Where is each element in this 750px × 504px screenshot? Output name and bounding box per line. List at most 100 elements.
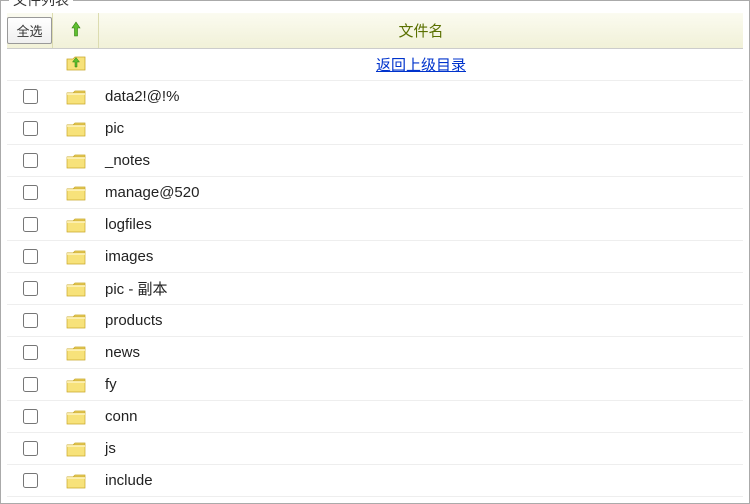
row-checkbox[interactable] — [23, 473, 38, 488]
row-checkbox[interactable] — [23, 441, 38, 456]
row-check-cell — [7, 313, 53, 328]
file-name-label[interactable]: news — [105, 344, 140, 361]
parent-dir-link[interactable]: 返回上级目录 — [376, 57, 466, 74]
file-name-cell: pic — [99, 120, 743, 137]
file-name-label[interactable]: data2!@!% — [105, 88, 179, 105]
row-check-cell — [7, 185, 53, 200]
file-name-label[interactable]: pic — [105, 120, 124, 137]
row-check-cell — [7, 345, 53, 360]
folder-icon — [66, 249, 86, 265]
row-check-cell — [7, 121, 53, 136]
header-select-cell: 全选 — [7, 13, 53, 48]
file-table-header: 全选 文件名 — [7, 13, 743, 49]
file-name-label[interactable]: pic - 副本 — [105, 281, 168, 298]
folder-icon — [66, 121, 86, 137]
row-check-cell — [7, 217, 53, 232]
row-icon-cell — [53, 153, 99, 169]
row-checkbox[interactable] — [23, 89, 38, 104]
row-check-cell — [7, 473, 53, 488]
file-name-cell: fy — [99, 376, 743, 393]
file-name-cell: _notes — [99, 152, 743, 169]
row-check-cell — [7, 89, 53, 104]
row-checkbox[interactable] — [23, 345, 38, 360]
row-icon-cell — [53, 345, 99, 361]
parent-name-cell: 返回上级目录 — [99, 54, 743, 75]
row-check-cell — [7, 249, 53, 264]
folder-up-icon — [66, 54, 86, 75]
row-icon-cell — [53, 441, 99, 457]
file-name-label[interactable]: manage@520 — [105, 184, 199, 201]
row-checkbox[interactable] — [23, 153, 38, 168]
row-checkbox[interactable] — [23, 409, 38, 424]
file-row[interactable]: fy — [7, 369, 743, 401]
folder-icon — [66, 345, 86, 361]
file-name-cell: include — [99, 472, 743, 489]
row-icon-cell — [53, 185, 99, 201]
header-sort-cell[interactable] — [53, 13, 99, 48]
file-name-label[interactable]: include — [105, 472, 153, 489]
file-row[interactable]: products — [7, 305, 743, 337]
row-checkbox[interactable] — [23, 313, 38, 328]
row-checkbox[interactable] — [23, 121, 38, 136]
parent-icon-cell — [53, 54, 99, 75]
file-name-cell: conn — [99, 408, 743, 425]
file-row[interactable]: pic — [7, 113, 743, 145]
file-name-cell: products — [99, 312, 743, 329]
file-name-cell: manage@520 — [99, 184, 743, 201]
folder-icon — [66, 185, 86, 201]
file-name-label[interactable]: products — [105, 312, 163, 329]
row-icon-cell — [53, 313, 99, 329]
file-row[interactable]: manage@520 — [7, 177, 743, 209]
file-name-label[interactable]: js — [105, 440, 116, 457]
parent-dir-row[interactable]: 返回上级目录 — [7, 49, 743, 81]
folder-icon — [66, 89, 86, 105]
file-row[interactable]: logfiles — [7, 209, 743, 241]
folder-icon — [66, 313, 86, 329]
row-icon-cell — [53, 473, 99, 489]
folder-icon — [66, 281, 86, 297]
row-icon-cell — [53, 217, 99, 233]
row-checkbox[interactable] — [23, 249, 38, 264]
file-row[interactable]: conn — [7, 401, 743, 433]
row-checkbox[interactable] — [23, 217, 38, 232]
header-filename-label: 文件名 — [398, 20, 443, 41]
row-check-cell — [7, 409, 53, 424]
file-name-label[interactable]: images — [105, 248, 153, 265]
file-row[interactable]: include — [7, 465, 743, 497]
row-icon-cell — [53, 249, 99, 265]
folder-icon — [66, 441, 86, 457]
file-name-cell: data2!@!% — [99, 88, 743, 105]
file-row[interactable]: data2!@!% — [7, 81, 743, 113]
file-name-cell: logfiles — [99, 216, 743, 233]
file-name-cell: images — [99, 248, 743, 265]
file-name-label[interactable]: logfiles — [105, 216, 152, 233]
row-checkbox[interactable] — [23, 377, 38, 392]
row-icon-cell — [53, 409, 99, 425]
folder-icon — [66, 217, 86, 233]
row-check-cell — [7, 153, 53, 168]
header-filename-column[interactable]: 文件名 — [99, 13, 743, 48]
panel-title: 文件列表 — [9, 0, 73, 10]
row-icon-cell — [53, 89, 99, 105]
file-row[interactable]: news — [7, 337, 743, 369]
row-checkbox[interactable] — [23, 185, 38, 200]
select-all-button[interactable]: 全选 — [7, 17, 51, 44]
file-row[interactable]: _notes — [7, 145, 743, 177]
file-name-cell: js — [99, 440, 743, 457]
file-name-label[interactable]: _notes — [105, 152, 150, 169]
folder-icon — [66, 473, 86, 489]
file-name-label[interactable]: fy — [105, 376, 117, 393]
file-row[interactable]: images — [7, 241, 743, 273]
arrow-up-icon — [71, 21, 81, 40]
folder-icon — [66, 153, 86, 169]
row-check-cell — [7, 281, 53, 296]
row-check-cell — [7, 377, 53, 392]
file-list-panel: 文件列表 全选 文件名 — [0, 0, 750, 504]
file-name-label[interactable]: conn — [105, 408, 138, 425]
row-icon-cell — [53, 377, 99, 393]
file-row[interactable]: pic - 副本 — [7, 273, 743, 305]
row-check-cell — [7, 441, 53, 456]
row-checkbox[interactable] — [23, 281, 38, 296]
file-name-cell: pic - 副本 — [99, 278, 743, 299]
file-row[interactable]: js — [7, 433, 743, 465]
